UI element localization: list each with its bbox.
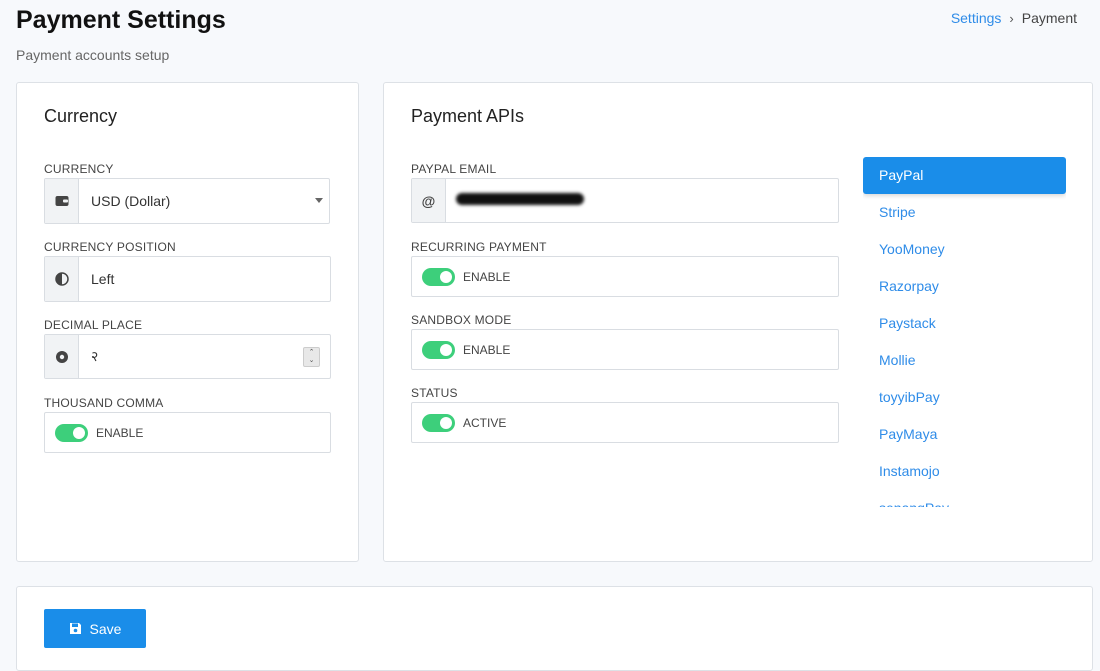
gateway-item-stripe[interactable]: Stripe (863, 194, 1066, 231)
status-toggle-label: ACTIVE (463, 415, 507, 430)
save-button[interactable]: Save (44, 609, 146, 648)
recurring-payment-field: ENABLE (411, 256, 839, 297)
breadcrumb: Settings › Payment (951, 10, 1077, 26)
wallet-icon (45, 179, 79, 223)
decimal-place-label: DECIMAL PLACE (44, 318, 143, 332)
decimal-place-input[interactable]: २ ⌃ ⌄ (44, 334, 331, 379)
sandbox-mode-field: ENABLE (411, 329, 839, 370)
paypal-email-input[interactable]: @ (411, 178, 839, 223)
breadcrumb-settings-link[interactable]: Settings (951, 10, 1002, 26)
currency-label: CURRENCY (44, 162, 114, 176)
currency-card: Currency CURRENCY USD (Dollar) CURRENCY … (16, 82, 359, 562)
gateway-item-paymaya[interactable]: PayMaya (863, 416, 1066, 453)
gateway-item-yoomoney[interactable]: YooMoney (863, 231, 1066, 268)
sandbox-mode-toggle[interactable] (422, 340, 455, 359)
floppy-disk-icon (69, 623, 81, 634)
number-spinner[interactable]: ⌃ ⌄ (303, 347, 320, 367)
recurring-payment-toggle[interactable] (422, 267, 455, 286)
save-button-label: Save (89, 620, 122, 637)
gateway-item-senangpay[interactable]: senangPay (863, 490, 1066, 507)
paypal-email-label: PAYPAL EMAIL (411, 162, 497, 176)
gateway-item-toyyibpay[interactable]: toyyibPay (863, 379, 1066, 416)
currency-card-title: Currency (44, 106, 118, 126)
payment-apis-title: Payment APIs (411, 106, 525, 126)
gateway-item-paypal[interactable]: PayPal (863, 157, 1066, 194)
gateway-item-razorpay[interactable]: Razorpay (863, 268, 1066, 305)
status-toggle[interactable] (422, 413, 455, 432)
gateway-item-mollie[interactable]: Mollie (863, 342, 1066, 379)
currency-select[interactable]: USD (Dollar) (44, 178, 330, 224)
dot-circle-icon (45, 335, 79, 378)
currency-select-value: USD (Dollar) (91, 193, 171, 209)
currency-position-label: CURRENCY POSITION (44, 240, 176, 254)
decimal-place-value: २ (91, 348, 99, 364)
status-label: STATUS (411, 386, 458, 400)
chevron-right-icon: › (1009, 10, 1014, 26)
page-subtitle: Payment accounts setup (16, 47, 170, 63)
paypal-email-redacted (446, 192, 584, 210)
caret-down-icon (315, 198, 323, 203)
gateway-item-paystack[interactable]: Paystack (863, 305, 1066, 342)
thousand-comma-toggle-label: ENABLE (96, 425, 144, 440)
currency-position-value: Left (91, 271, 115, 287)
sandbox-mode-toggle-label: ENABLE (463, 342, 511, 357)
breadcrumb-current: Payment (1021, 10, 1077, 26)
at-icon: @ (412, 179, 446, 222)
half-circle-icon (45, 257, 79, 301)
payment-apis-card: Payment APIs PAYPAL EMAIL @ RECURRING PA… (383, 82, 1093, 562)
status-field: ACTIVE (411, 402, 839, 443)
page-title: Payment Settings (16, 6, 226, 34)
currency-position-field[interactable]: Left (44, 256, 331, 302)
recurring-payment-label: RECURRING PAYMENT (411, 240, 547, 254)
recurring-payment-toggle-label: ENABLE (463, 269, 511, 284)
thousand-comma-label: THOUSAND COMMA (44, 396, 164, 410)
gateway-item-instamojo[interactable]: Instamojo (863, 453, 1066, 490)
thousand-comma-field: ENABLE (44, 412, 331, 453)
thousand-comma-toggle[interactable] (55, 423, 88, 442)
sandbox-mode-label: SANDBOX MODE (411, 313, 512, 327)
save-card: Save (16, 586, 1093, 671)
gateway-list: PayPal Stripe YooMoney Razorpay Paystack… (863, 157, 1066, 507)
